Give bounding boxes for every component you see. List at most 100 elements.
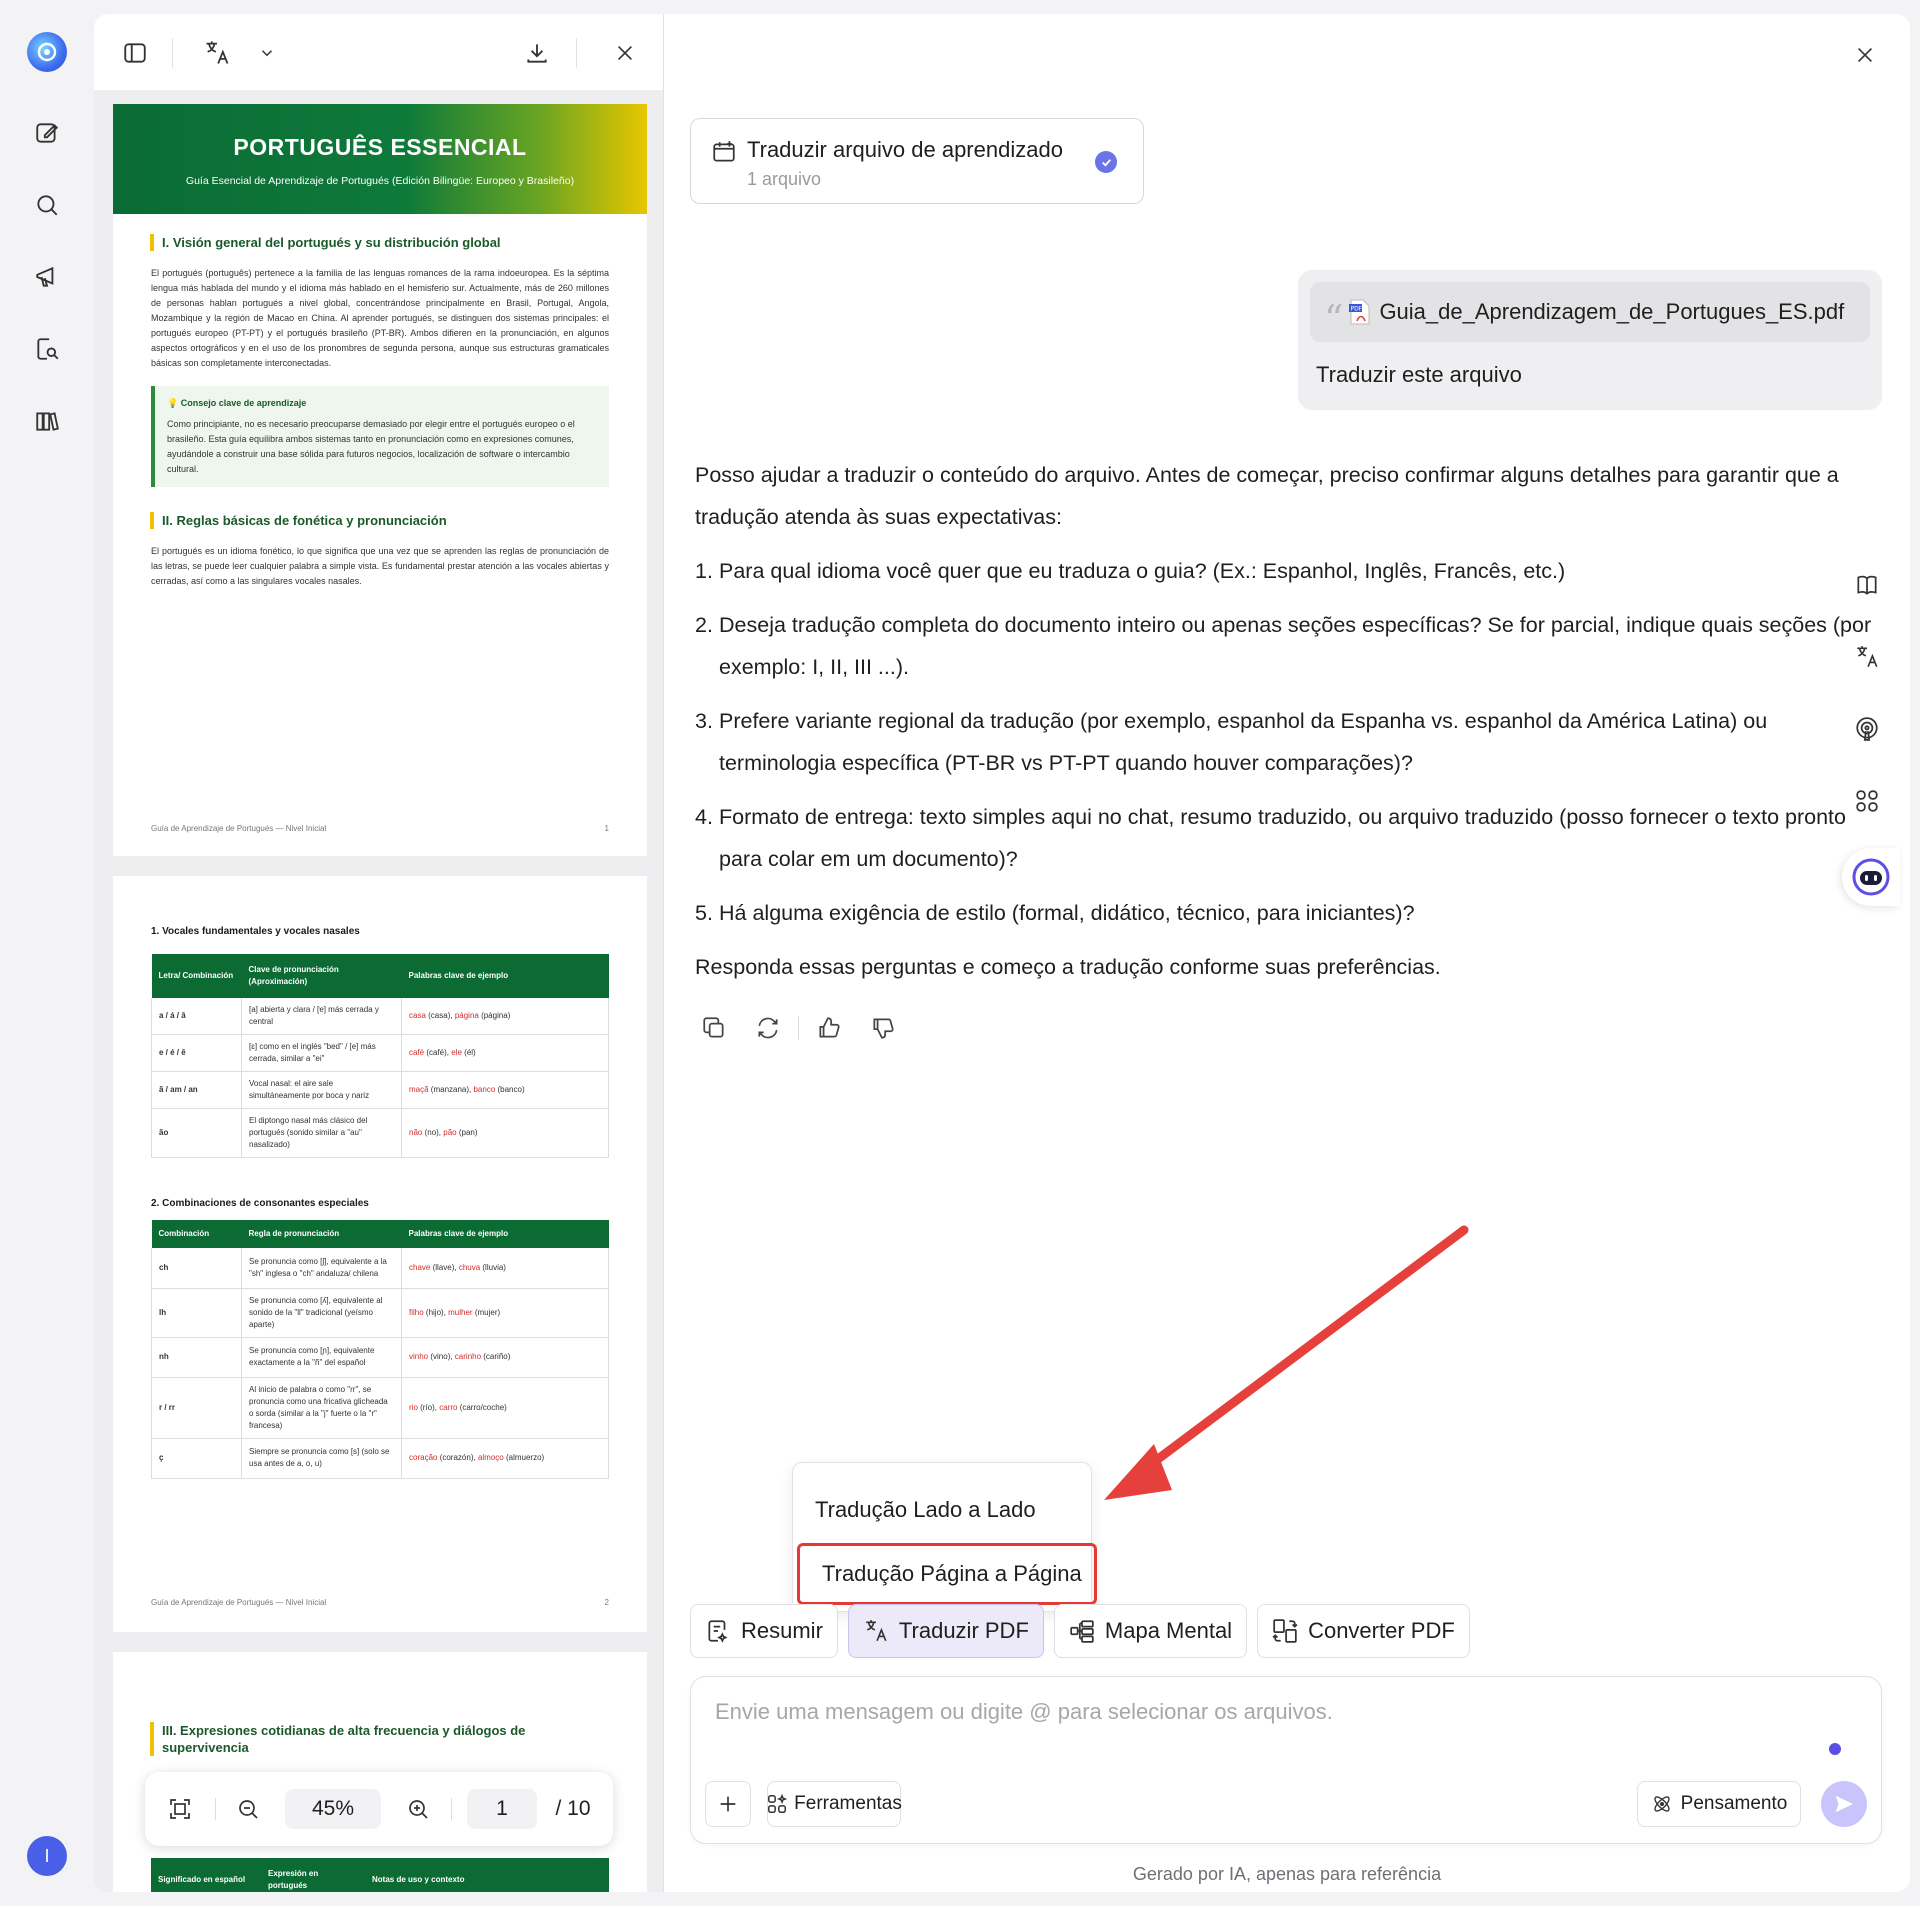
convert-pdf-button[interactable]: Converter PDF: [1257, 1604, 1470, 1658]
list-item: 1. Para qual idioma você quer que eu trad…: [695, 550, 1875, 592]
table-row: nh Se pronuncia como [ɲ], equivalente exa…: [151, 1337, 609, 1378]
books-icon[interactable]: [30, 404, 64, 438]
example-translation: (vino),: [428, 1352, 455, 1361]
section-heading: I. Visión general del portugués y su dis…: [150, 234, 501, 251]
chip-label: Traduzir PDF: [898, 1618, 1029, 1643]
edit-icon[interactable]: [30, 116, 64, 150]
table-header: Palabras clave de ejemplo: [401, 1220, 609, 1248]
thumbs-up-icon[interactable]: [809, 1008, 849, 1048]
table-row: ão El diptongo nasal más clásico del port…: [151, 1108, 609, 1158]
toolbar-divider: [215, 1798, 216, 1820]
table-header: Expresión en portugués: [261, 1858, 365, 1892]
tools-icon: [766, 1793, 788, 1815]
pdf-pages[interactable]: PORTUGUÊS ESSENCIAL Guía Esencial de Apr…: [94, 90, 663, 1892]
copy-icon[interactable]: [694, 1008, 734, 1048]
translate-mode-dropdown: Tradução Lado a Lado Tradução Página a P…: [792, 1462, 1097, 1612]
regenerate-icon[interactable]: [748, 1008, 788, 1048]
table-header: Clave de pronunciación (Aproximación): [241, 954, 402, 998]
task-card[interactable]: Traduzir arquivo de aprendizado 1 arquiv…: [690, 118, 1144, 204]
fit-page-icon[interactable]: [163, 1792, 197, 1826]
thumbs-down-icon[interactable]: [863, 1008, 903, 1048]
atom-icon: [1651, 1793, 1673, 1815]
book-icon[interactable]: [1842, 560, 1892, 610]
assistant-bot-icon[interactable]: [1842, 848, 1900, 906]
page-footer: Guía de Aprendizaje de Portugués — Nivel…: [151, 824, 327, 833]
translate-icon[interactable]: [200, 36, 234, 70]
consonants-table: Combinación Regla de pronunciación Palab…: [151, 1220, 609, 1479]
close-icon[interactable]: [608, 36, 642, 70]
toolbar-divider: [172, 38, 173, 68]
close-icon[interactable]: [1848, 38, 1882, 72]
doc-search-icon[interactable]: [30, 332, 64, 366]
summary-icon: [705, 1618, 731, 1644]
page-banner: PORTUGUÊS ESSENCIAL Guía Esencial de Apr…: [113, 104, 647, 214]
task-title: Traduzir arquivo de aprendizado: [747, 137, 1063, 162]
example-word: almoço: [477, 1453, 504, 1462]
sidebar-toggle-icon[interactable]: [118, 36, 152, 70]
example-word: mulher: [448, 1307, 473, 1317]
section-heading: II. Reglas básicas de fonética y pronunc…: [150, 512, 447, 529]
podcast-icon[interactable]: [1842, 704, 1892, 754]
avatar[interactable]: I: [27, 1836, 67, 1876]
example-translation: (lluvia): [480, 1262, 506, 1272]
send-icon[interactable]: [1821, 1781, 1867, 1827]
example-translation: (río),: [417, 1402, 440, 1412]
search-icon[interactable]: [30, 188, 64, 222]
translate-pdf-button[interactable]: Traduzir PDF: [847, 1604, 1044, 1658]
message-input[interactable]: Envie uma mensagem ou digite @ para sele…: [715, 1699, 1333, 1725]
page-footer: Guía de Aprendizaje de Portugués — Nivel…: [151, 1598, 327, 1607]
zoom-out-icon[interactable]: [231, 1792, 265, 1826]
translate-icon[interactable]: [1842, 632, 1892, 682]
example-translation: (corazón),: [437, 1453, 478, 1462]
thinking-button[interactable]: Pensamento: [1637, 1781, 1801, 1827]
table-cell: lh: [151, 1288, 242, 1338]
table-header: Combinación: [151, 1220, 242, 1248]
table-cell: [a] abierta y clara / [ɐ] más cerrada y …: [241, 998, 402, 1035]
table-cell: Se pronuncia como [ɲ], equivalente exact…: [241, 1337, 402, 1378]
pdf-viewer-panel: PORTUGUÊS ESSENCIAL Guía Esencial de Apr…: [94, 14, 664, 1892]
command-icon[interactable]: [1842, 776, 1892, 826]
tools-label: Ferramentas: [794, 1793, 902, 1814]
mind-map-button[interactable]: Mapa Mental: [1053, 1604, 1248, 1658]
table-cell: casa (casa), página (página): [401, 998, 609, 1035]
svg-text:PDF: PDF: [1351, 306, 1363, 313]
tip-text: Como principiante, no es necesario preoc…: [167, 419, 575, 474]
chip-label: Mapa Mental: [1104, 1618, 1233, 1643]
list-text: Deseja tradução completa do documento in…: [719, 613, 1872, 679]
chevron-down-icon[interactable]: [250, 36, 284, 70]
table-cell: maçã (manzana), banco (banco): [401, 1071, 609, 1109]
answer-intro: Posso ajudar a traduzir o conteúdo do ar…: [695, 463, 1839, 529]
example-translation: (almuerzo): [503, 1453, 545, 1462]
example-word: rio: [409, 1402, 418, 1412]
megaphone-icon[interactable]: [30, 260, 64, 294]
user-message-text: Traduzir este arquivo: [1316, 362, 1522, 387]
doc-title: PORTUGUÊS ESSENCIAL: [233, 134, 527, 160]
zoom-level[interactable]: 45%: [285, 1789, 381, 1829]
example-word: chuva: [458, 1262, 481, 1272]
menu-item-side-by-side[interactable]: Tradução Lado a Lado: [793, 1483, 1093, 1537]
zoom-in-icon[interactable]: [401, 1792, 435, 1826]
app-logo-icon[interactable]: [27, 32, 67, 72]
summarize-button[interactable]: Resumir: [690, 1604, 838, 1658]
pdf-file-icon: PDF: [1349, 299, 1371, 325]
list-item: 4. Formato de entrega: texto simples aqui…: [695, 796, 1875, 880]
example-word: não: [409, 1128, 423, 1137]
pdf-toolbar: [94, 14, 663, 90]
file-attachment[interactable]: “ PDF Guia_de_Aprendizagem_de_Portugues_…: [1310, 282, 1870, 342]
table-cell: nh: [151, 1337, 242, 1378]
tools-button[interactable]: Ferramentas: [766, 1781, 902, 1827]
ai-disclaimer: Gerado por IA, apenas para referência: [1132, 1864, 1442, 1884]
page-input[interactable]: 1: [467, 1789, 537, 1829]
toolbar-divider: [451, 1798, 452, 1820]
download-icon[interactable]: [520, 36, 554, 70]
table-cell: Al inicio de palabra o como "rr", se pro…: [241, 1377, 402, 1439]
section-text: El portugués es un idioma fonético, lo q…: [151, 546, 609, 586]
pdf-page-1: PORTUGUÊS ESSENCIAL Guía Esencial de Apr…: [113, 104, 647, 856]
add-button[interactable]: [705, 1781, 751, 1827]
doc-subtitle: Guía Esencial de Aprendizaje de Portugué…: [185, 175, 575, 187]
list-number: 1.: [695, 559, 713, 583]
menu-item-page-by-page[interactable]: Tradução Página a Página: [797, 1543, 1097, 1605]
example-translation: (banco): [495, 1085, 525, 1094]
example-translation: (café),: [424, 1048, 452, 1057]
table-cell: r / rr: [151, 1377, 242, 1439]
